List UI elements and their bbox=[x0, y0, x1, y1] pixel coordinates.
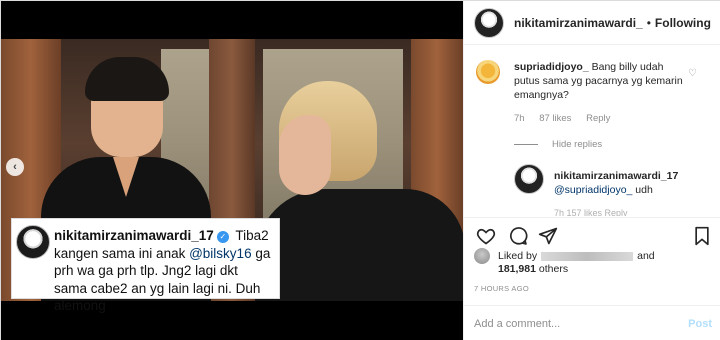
chevron-left-icon: ‹ bbox=[13, 161, 17, 173]
post-sidebar: nikitamirzanimawardi_ • Following supria… bbox=[463, 1, 720, 340]
share-paper-plane-icon[interactable] bbox=[538, 226, 558, 246]
post-header: nikitamirzanimawardi_ • Following bbox=[464, 1, 720, 45]
reply-mention-link[interactable]: @supriadidjoyo_ bbox=[554, 184, 632, 196]
hide-replies-label: Hide replies bbox=[552, 139, 603, 150]
photo-woman-body bbox=[255, 189, 463, 301]
liked-by-prefix: Liked by bbox=[498, 250, 538, 262]
reply-username[interactable]: nikitamirzanimawardi_17 bbox=[554, 170, 678, 182]
post-timestamp[interactable]: 7 HOURS AGO bbox=[474, 284, 529, 293]
photo-woman-face bbox=[279, 115, 331, 195]
verified-badge-icon: ✓ bbox=[216, 231, 229, 243]
carousel-prev-button[interactable]: ‹ bbox=[6, 158, 24, 176]
comment-text: supriadidjoyo_ Bang billy udah putus sam… bbox=[514, 60, 690, 102]
post-comment-button[interactable]: Post bbox=[688, 318, 712, 330]
add-comment-bar: Post bbox=[464, 305, 720, 340]
save-bookmark-icon[interactable] bbox=[692, 226, 712, 246]
comment-time[interactable]: 7h bbox=[514, 113, 525, 124]
hide-replies-line bbox=[514, 144, 538, 145]
reply-avatar[interactable] bbox=[514, 164, 544, 194]
likes-count[interactable]: 181,981 others bbox=[498, 263, 568, 275]
commenter-avatar[interactable] bbox=[476, 60, 500, 84]
liked-by-and: and bbox=[637, 250, 655, 262]
reply-meta-cut: 7h 157 likes Reply bbox=[554, 208, 628, 216]
comment-bubble-icon[interactable] bbox=[508, 226, 528, 246]
hide-replies-button[interactable]: Hide replies bbox=[514, 139, 602, 150]
comments-list[interactable]: supriadidjoyo_ Bang billy udah putus sam… bbox=[464, 46, 720, 216]
header-separator: • bbox=[646, 15, 651, 30]
comment-like-heart-icon[interactable]: ♡ bbox=[688, 68, 697, 79]
author-username[interactable]: nikitamirzanimawardi_ bbox=[514, 16, 643, 30]
photo-man-hair bbox=[85, 57, 169, 101]
caption-username[interactable]: nikitamirzanimawardi_17 bbox=[54, 228, 214, 243]
caption-mention-link[interactable]: @bilsky16 bbox=[189, 246, 251, 261]
like-heart-icon[interactable] bbox=[476, 226, 496, 246]
liked-by-blurred-username[interactable] bbox=[541, 251, 634, 261]
reply-text: nikitamirzanimawardi_17 @supriadidjoyo_ … bbox=[554, 169, 694, 197]
author-avatar[interactable] bbox=[474, 7, 504, 38]
comment-meta: 7h 87 likes Reply bbox=[514, 113, 622, 124]
post-media: ‹ nikitamirzanimawardi_17 ✓ Tiba2 kangen … bbox=[1, 1, 463, 340]
caption-avatar[interactable] bbox=[16, 225, 50, 259]
comment-likes[interactable]: 87 likes bbox=[539, 113, 571, 124]
likes-number: 181,981 bbox=[498, 263, 536, 275]
instagram-post-modal: ‹ nikitamirzanimawardi_17 ✓ Tiba2 kangen … bbox=[0, 0, 720, 340]
caption-text: nikitamirzanimawardi_17 ✓ Tiba2 kangen sa… bbox=[54, 227, 273, 315]
liked-by-avatar[interactable] bbox=[474, 248, 490, 264]
likes-others-label: others bbox=[538, 263, 569, 275]
comment-reply-button[interactable]: Reply bbox=[586, 113, 610, 124]
commenter-username[interactable]: supriadidjoyo_ bbox=[514, 61, 589, 73]
add-comment-input[interactable] bbox=[474, 317, 689, 330]
liked-by-row: Liked by and bbox=[474, 248, 655, 264]
following-button[interactable]: Following bbox=[655, 16, 711, 30]
reply-body: udh bbox=[632, 184, 653, 196]
caption-overlay: nikitamirzanimawardi_17 ✓ Tiba2 kangen sa… bbox=[11, 218, 280, 313]
